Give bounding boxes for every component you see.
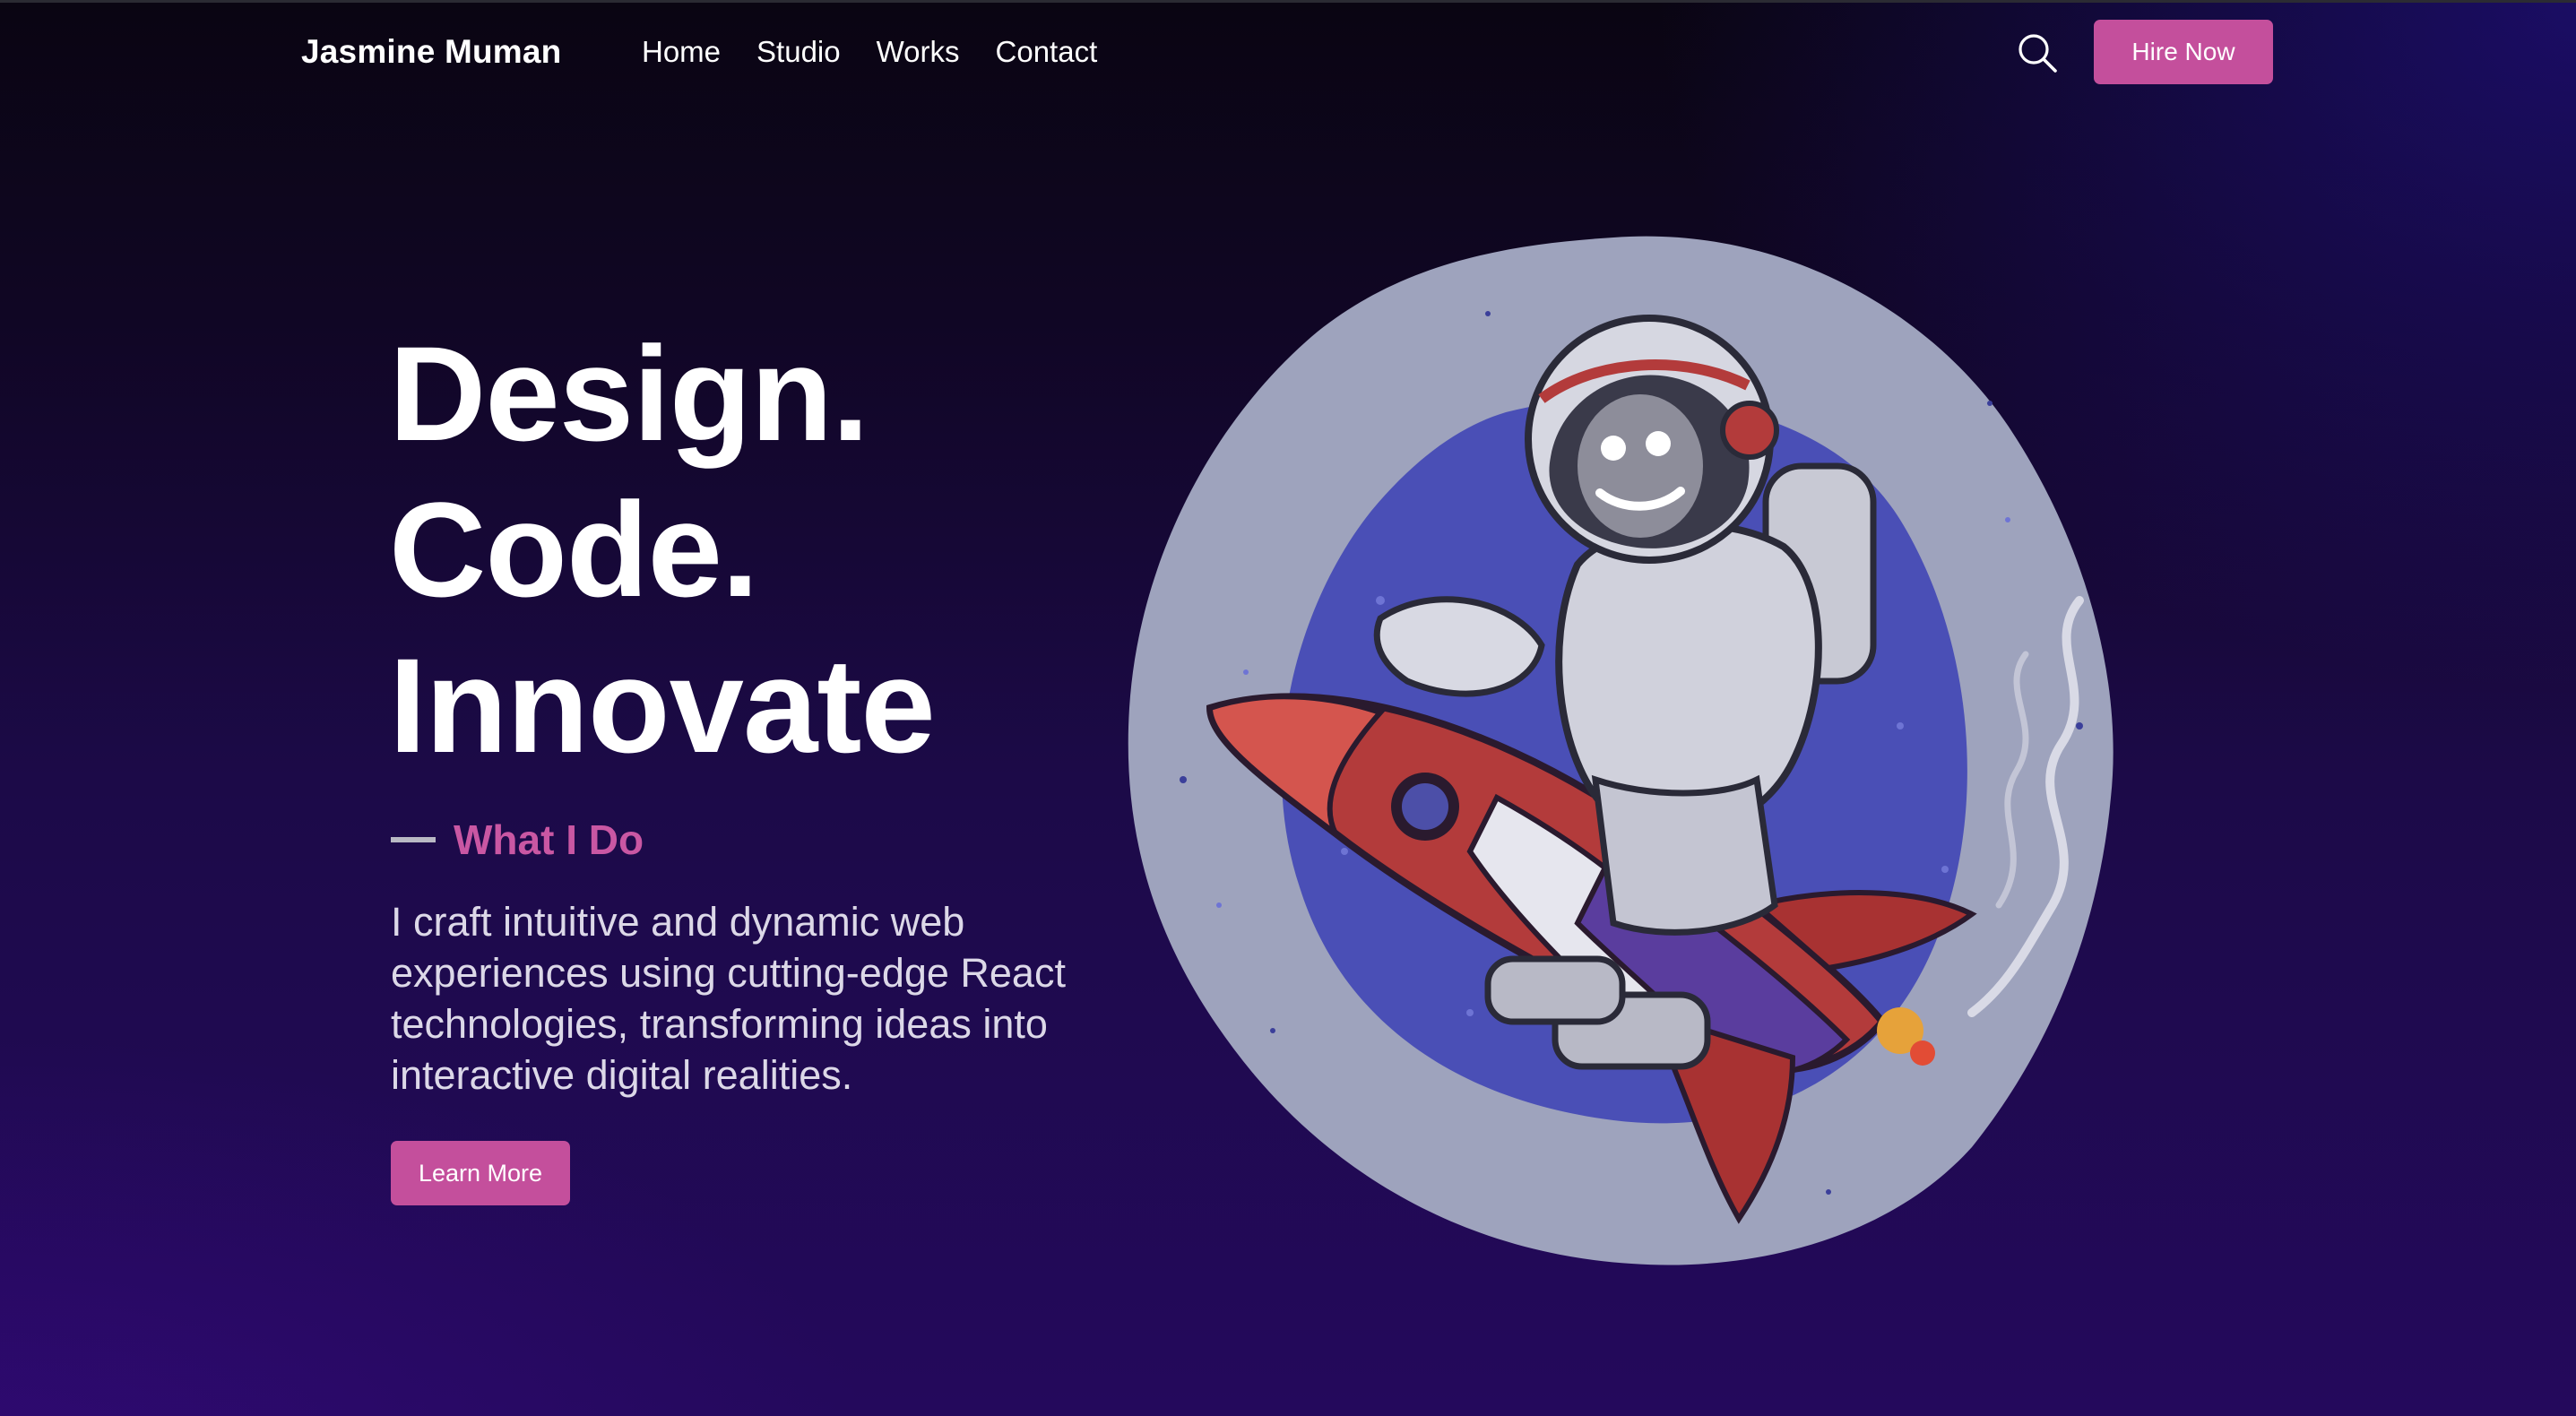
nav-item-studio: Studio (756, 27, 841, 77)
nav-link-works[interactable]: Works (877, 35, 960, 68)
what-i-do-text: What I Do (454, 816, 644, 863)
hire-now-button[interactable]: Hire Now (2094, 20, 2273, 84)
top-navbar: Jasmine Muman Home Studio Works Contact … (0, 0, 2576, 104)
main-nav: Home Studio Works Contact (642, 27, 1097, 77)
nav-item-home: Home (642, 27, 721, 77)
brand-name[interactable]: Jasmine Muman (301, 27, 561, 77)
what-i-do-label: What I Do (391, 808, 644, 871)
search-icon (2018, 34, 2057, 73)
nav-item-contact: Contact (996, 27, 1098, 77)
hero-title-line-innovate: Innovate (389, 630, 936, 781)
search-button[interactable] (2017, 32, 2058, 73)
hero-title: Design. Code. Innovate (389, 315, 936, 783)
nav-link-contact[interactable]: Contact (996, 35, 1098, 68)
astronaut-rocket-illustration (1128, 236, 2114, 1265)
hero-title-line-design: Design. (389, 318, 869, 469)
learn-more-button[interactable]: Learn More (391, 1141, 570, 1205)
hero-description: I craft intuitive and dynamic web experi… (391, 899, 1066, 1098)
nav-item-works: Works (877, 27, 960, 77)
nav-link-home[interactable]: Home (642, 35, 721, 68)
nav-link-studio[interactable]: Studio (756, 35, 841, 68)
hero-title-line-code: Code. (389, 474, 759, 625)
label-dash (391, 837, 436, 842)
